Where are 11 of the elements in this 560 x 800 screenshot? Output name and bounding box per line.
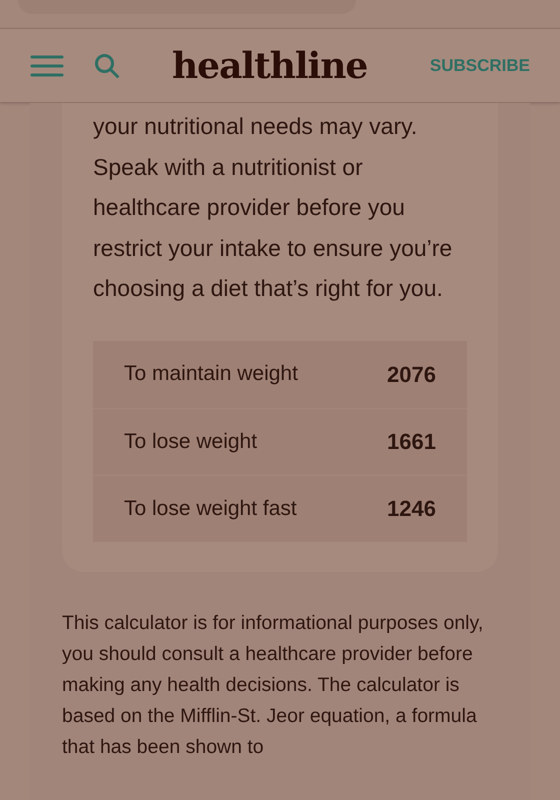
calorie-value: 2076 <box>387 360 436 388</box>
advice-paragraph: your nutritional needs may vary. Speak with a nutritionist or healthcare provider before you restrict your intake to ensure you’re choosing a diet that’s right for you. <box>93 112 454 303</box>
disclaimer-paragraph: This calculator is for informational purposes only, you should consult a healthcare provider before making any health decisions. The calculator is based on the Mifflin-St. Jeor equation, a formula that has been shown to <box>62 610 484 760</box>
result-label: To maintain weight <box>124 361 298 388</box>
calorie-value: 1661 <box>387 428 436 456</box>
search-icon[interactable] <box>94 52 120 78</box>
result-label: To lose weight <box>124 428 258 455</box>
menu-icon[interactable] <box>30 54 64 76</box>
result-label: To lose weight fast <box>124 496 297 522</box>
logo[interactable]: healthline <box>172 48 368 84</box>
calorie-value: 1246 <box>387 495 436 523</box>
